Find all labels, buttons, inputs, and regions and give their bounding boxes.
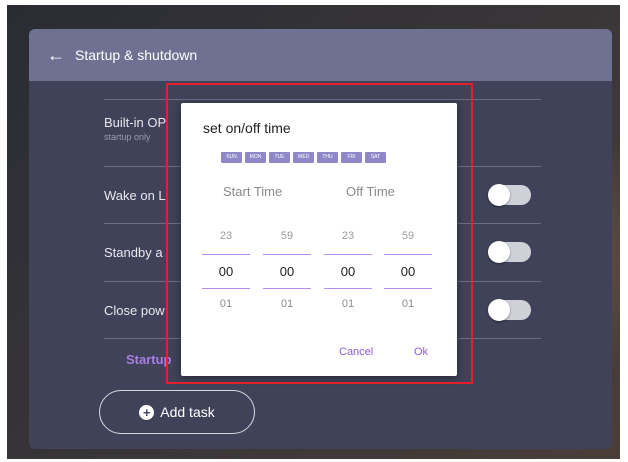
picker-prev-value: 23	[219, 230, 233, 242]
picker-line	[202, 288, 250, 289]
day-selector: SUN MON TUE WED THU FRI SAT	[221, 152, 386, 163]
startup-section-label[interactable]: Startup	[126, 352, 172, 367]
plus-circle-icon: +	[139, 404, 155, 420]
page-title: Startup & shutdown	[75, 47, 198, 63]
toggle-knob	[488, 184, 510, 206]
day-thu[interactable]: THU	[317, 152, 338, 163]
wake-toggle[interactable]	[488, 184, 531, 206]
standby-toggle[interactable]	[488, 241, 531, 263]
add-task-label: Add task	[160, 404, 215, 420]
picker-prev-value: 59	[280, 230, 294, 242]
picker-next-value: 01	[219, 298, 233, 310]
day-sun[interactable]: SUN	[221, 152, 242, 163]
day-tue[interactable]: TUE	[269, 152, 290, 163]
off-time-heading: Off Time	[346, 184, 395, 199]
picker-prev-value: 23	[341, 230, 355, 242]
picker-prev-value: 59	[401, 230, 415, 242]
day-mon[interactable]: MON	[245, 152, 266, 163]
picker-line	[324, 254, 372, 255]
close-power-toggle[interactable]	[488, 299, 531, 321]
picker-selected-value: 00	[218, 264, 234, 279]
picker-selected-value: 00	[400, 264, 416, 279]
day-wed[interactable]: WED	[293, 152, 314, 163]
cancel-button[interactable]: Cancel	[339, 346, 373, 358]
picker-next-value: 01	[341, 298, 355, 310]
ok-button[interactable]: Ok	[414, 346, 428, 358]
toggle-knob	[488, 299, 510, 321]
picker-line	[263, 288, 311, 289]
picker-line	[384, 288, 432, 289]
start-time-heading: Start Time	[223, 184, 283, 199]
panel-header: ← Startup & shutdown	[29, 29, 612, 81]
picker-line	[202, 254, 250, 255]
picker-line	[263, 254, 311, 255]
set-time-dialog: set on/off time SUN MON TUE WED THU FRI …	[181, 103, 457, 376]
dialog-title: set on/off time	[203, 120, 291, 136]
toggle-knob	[488, 241, 510, 263]
day-sat[interactable]: SAT	[365, 152, 386, 163]
picker-selected-value: 00	[340, 264, 356, 279]
picker-line	[324, 288, 372, 289]
picker-next-value: 01	[401, 298, 415, 310]
picker-selected-value: 00	[279, 264, 295, 279]
picker-next-value: 01	[280, 298, 294, 310]
picker-line	[384, 254, 432, 255]
add-task-button[interactable]: + Add task	[99, 390, 255, 434]
day-fri[interactable]: FRI	[341, 152, 362, 163]
back-arrow-icon[interactable]: ←	[47, 45, 69, 66]
